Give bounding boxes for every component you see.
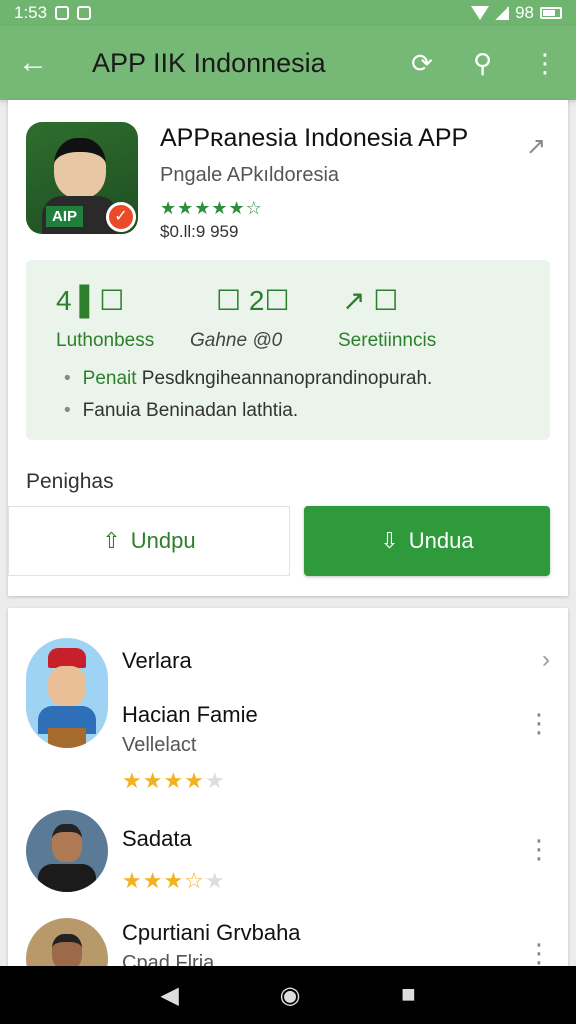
battery-icon	[540, 7, 562, 19]
stat-label-share: Seretiinncis	[338, 330, 437, 351]
review-stars: ★★★☆★	[122, 868, 226, 893]
avatar[interactable]	[26, 810, 108, 892]
verified-badge-icon: ✓	[106, 202, 136, 232]
signal-icon	[495, 6, 510, 20]
notification-icon	[55, 6, 70, 20]
section-label: Penighas	[26, 470, 114, 493]
stat-label-age: Gahne @0	[190, 330, 283, 351]
share-button[interactable]: ⇧ Undpu	[8, 506, 290, 576]
avatar-face	[54, 138, 106, 198]
stat-icon-age: ☐ 2☐	[216, 285, 290, 316]
search-icon[interactable]: ⚲	[473, 48, 492, 79]
avatar[interactable]	[26, 638, 108, 748]
reviews-card: Verlara › Hacian Famie Vellelact ★★★★★ ⋮…	[8, 608, 568, 968]
image-icon	[77, 6, 92, 20]
more-vert-icon[interactable]: ⋮	[526, 710, 552, 736]
reviewer-subtitle: Vellelact	[122, 734, 197, 756]
app-developer[interactable]: Pngale APkıldoresia	[160, 164, 339, 187]
nav-home-icon[interactable]: ◉	[280, 981, 301, 1010]
avatar[interactable]	[26, 918, 108, 968]
app-icon: AIP ✓	[26, 122, 138, 234]
share-arrow-icon[interactable]: ⟳	[411, 48, 433, 79]
share-icon[interactable]: ↗	[526, 132, 546, 161]
nav-recents-icon[interactable]: ■	[401, 981, 416, 1009]
back-arrow-icon[interactable]: ←	[18, 46, 58, 80]
reviewer-name: Hacian Famie	[122, 702, 258, 727]
reviewer-name: Cpurtiani Grvbaha	[122, 920, 301, 945]
app-detail-card: AIP ✓ APPʀanesia Indonesia APP Pngale AP…	[8, 100, 568, 596]
upload-icon: ⇧	[102, 528, 121, 553]
install-button-label: Undua	[408, 528, 474, 553]
more-vert-icon[interactable]: ⋮	[526, 836, 552, 862]
chevron-right-icon[interactable]: ›	[542, 646, 550, 674]
stat-icon-share: ↗ ☐	[342, 285, 399, 316]
app-name: APPʀanesia Indonesia APP	[160, 124, 469, 152]
bullet-item: • Fanuia Beninadan lathtia.	[64, 400, 299, 421]
system-nav-bar: ◀ ◉ ■	[0, 966, 576, 1024]
install-button[interactable]: ⇩ Undua	[304, 506, 550, 576]
more-vert-icon[interactable]: ⋮	[532, 48, 558, 79]
stat-label-downloads: Luthonbess	[56, 330, 155, 351]
wifi-icon	[471, 6, 490, 20]
battery-text: 98	[515, 3, 534, 22]
app-bar: ← APP IIK Indonnesia ⟳ ⚲ ⋮	[0, 26, 576, 100]
info-box: 4 ▌☐ ☐ 2☐ ↗ ☐ Luthonbess Gahne @0 Sereti…	[26, 260, 550, 440]
app-price: $0.ƖƖ:9 959	[160, 222, 239, 241]
nav-back-icon[interactable]: ◀	[160, 981, 178, 1010]
status-time: 1:53	[14, 3, 48, 22]
status-bar: 1:53 98	[0, 0, 576, 26]
review-stars: ★★★★★	[122, 768, 226, 793]
review-heading: Verlara	[122, 648, 192, 673]
bullet-item: • Penait Pesdkngiheannanoprandinopurah.	[64, 368, 433, 389]
page-title: APP IIK Indonnesia	[92, 47, 326, 78]
app-icon-label: AIP	[46, 206, 84, 227]
share-button-label: Undpu	[130, 528, 196, 553]
more-vert-icon[interactable]: ⋮	[526, 940, 552, 966]
stat-icon-downloads: 4 ▌☐	[56, 285, 125, 316]
reviewer-name: Sadata	[122, 826, 192, 851]
download-icon: ⇩	[380, 528, 399, 553]
rating-stars: ★★★★★☆	[160, 198, 263, 218]
